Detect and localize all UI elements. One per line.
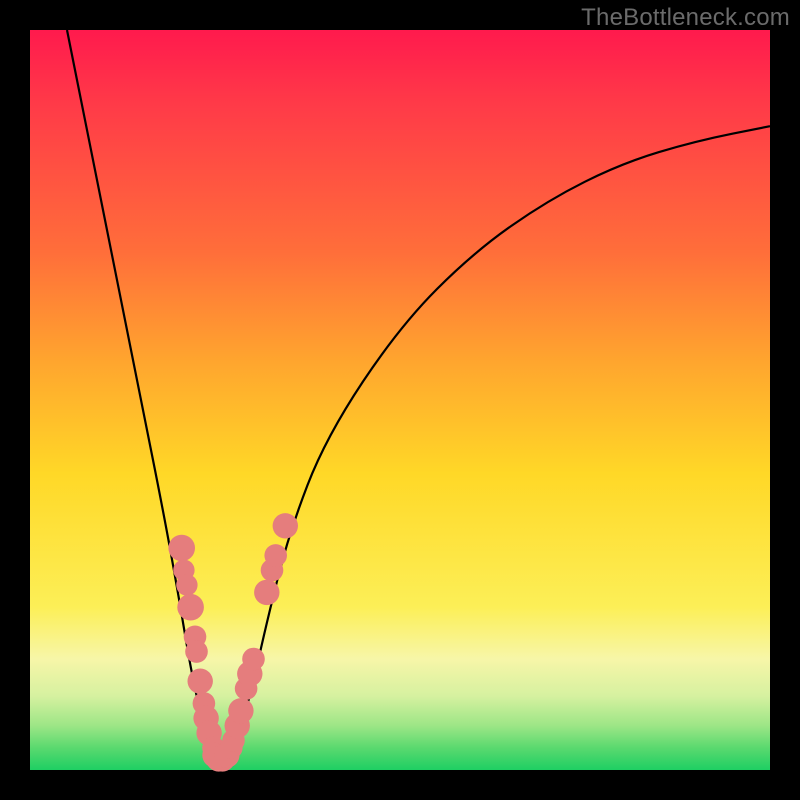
data-marker [188, 669, 213, 694]
data-marker [176, 574, 197, 595]
bottleneck-curve [67, 30, 770, 763]
data-marker [254, 580, 279, 605]
data-marker [185, 640, 208, 663]
plot-area [30, 30, 770, 770]
marker-group [168, 513, 298, 772]
data-marker [168, 535, 195, 562]
chart-frame: TheBottleneck.com [0, 0, 800, 800]
data-marker [273, 513, 298, 538]
curve-svg [30, 30, 770, 770]
watermark-text: TheBottleneck.com [581, 4, 790, 32]
data-marker [177, 594, 204, 621]
data-marker [264, 544, 287, 567]
data-marker [242, 648, 265, 671]
data-marker [228, 698, 253, 723]
